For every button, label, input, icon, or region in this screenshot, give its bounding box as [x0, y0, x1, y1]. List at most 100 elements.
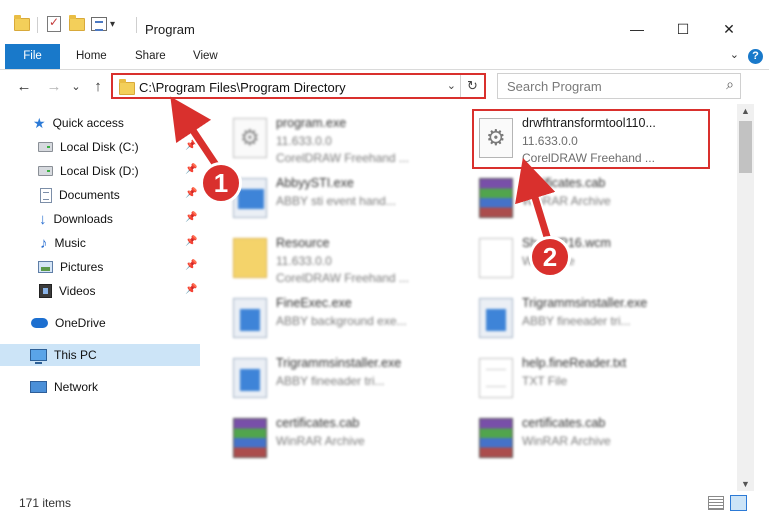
tab-home[interactable]: Home: [67, 44, 116, 69]
file-description: CorelDRAW Freehand ...: [276, 271, 409, 285]
file-type: WinRAR Archive: [522, 434, 611, 448]
forward-button[interactable]: →: [44, 77, 64, 97]
expand-ribbon-icon[interactable]: ⌄: [730, 48, 739, 61]
sidebar-item-pictures[interactable]: Pictures 📌: [0, 256, 200, 278]
disk-icon: [38, 166, 53, 176]
address-bar[interactable]: C:\Program Files\Program Directory ⌄ ↻: [111, 73, 486, 99]
refresh-button[interactable]: ↻: [460, 75, 484, 97]
file-version: 11.633.0.0: [276, 254, 332, 268]
file-name: Resource: [276, 236, 330, 250]
sidebar-item-label: Documents: [59, 188, 120, 202]
file-version: 11.633.0.0: [276, 134, 332, 148]
downloads-icon: ↓: [39, 210, 47, 228]
file-item[interactable]: certificates.cab WinRAR Archive: [225, 410, 463, 466]
properties-check-icon[interactable]: [47, 14, 61, 34]
documents-icon: [40, 187, 52, 203]
star-icon: ★: [33, 114, 46, 131]
tab-share[interactable]: Share: [126, 44, 175, 69]
disk-icon: [38, 142, 53, 152]
music-icon: ♪: [40, 234, 48, 252]
title-bar: ▾ Program — ☐ ✕: [0, 0, 769, 44]
cab-icon: [479, 418, 513, 458]
scroll-up-icon[interactable]: ▲: [741, 106, 750, 116]
sidebar-item-music[interactable]: ♪ Music 📌: [0, 232, 200, 254]
sidebar-item-quick-access[interactable]: ★ Quick access: [0, 112, 200, 134]
file-item[interactable]: Sh...WP16.wcm WCM File: [471, 230, 709, 286]
exe-icon: [479, 298, 513, 338]
sidebar-item-documents[interactable]: Documents 📌: [0, 184, 200, 206]
address-dropdown-icon[interactable]: ⌄: [447, 79, 456, 92]
sidebar-item-label: Local Disk (C:): [60, 140, 139, 154]
file-description: CorelDRAW Freehand ...: [276, 151, 409, 165]
up-button[interactable]: ↑: [88, 77, 108, 97]
sidebar-item-this-pc[interactable]: This PC: [0, 344, 200, 366]
ribbon-tabs: File Home Share View ⌄ ?: [0, 44, 769, 70]
pin-icon[interactable]: 📌: [185, 212, 197, 223]
address-path[interactable]: C:\Program Files\Program Directory: [139, 80, 346, 95]
sidebar-item-label: Network: [54, 380, 99, 394]
onedrive-icon: [31, 318, 48, 328]
vertical-scrollbar[interactable]: ▲ ▼: [737, 104, 754, 491]
maximize-button[interactable]: ☐: [660, 14, 706, 44]
navigation-pane: ★ Quick access Local Disk (C:) 📌 Local D…: [0, 106, 200, 491]
file-item[interactable]: FineExec.exe ABBY background exe...: [225, 290, 463, 346]
details-view-icon[interactable]: [708, 496, 724, 510]
tab-view[interactable]: View: [184, 44, 227, 69]
cab-icon: [479, 178, 513, 218]
sidebar-item-label: This PC: [54, 348, 97, 362]
target-file-highlight: [472, 109, 710, 169]
minimize-button[interactable]: —: [614, 14, 660, 44]
divider: [37, 17, 38, 33]
file-item[interactable]: Trigrammsinstaller.exe ABBY fineeader tr…: [225, 350, 463, 406]
file-type: TXT File: [522, 374, 568, 388]
tab-file[interactable]: File: [5, 44, 60, 69]
file-name: AbbyySTI.exe: [276, 176, 354, 190]
file-item[interactable]: Resource 11.633.0.0 CorelDRAW Freehand .…: [225, 230, 463, 286]
sidebar-item-label: OneDrive: [55, 316, 106, 330]
recent-locations-button[interactable]: ⌄: [66, 77, 86, 97]
scroll-down-icon[interactable]: ▼: [741, 479, 750, 489]
close-button[interactable]: ✕: [706, 14, 752, 44]
pin-icon[interactable]: 📌: [185, 164, 197, 175]
pin-icon[interactable]: 📌: [185, 284, 197, 295]
folder-icon: [233, 238, 267, 278]
videos-icon: [39, 284, 52, 298]
exe-icon: [233, 298, 267, 338]
new-folder-icon[interactable]: [69, 14, 85, 34]
folder-icon: [119, 79, 135, 95]
sidebar-item-network[interactable]: Network: [0, 376, 200, 398]
file-name: help.fineReader.txt: [522, 356, 627, 370]
file-item[interactable]: certificates.cab WinRAR Archive: [471, 410, 709, 466]
search-input[interactable]: Search Program ⌕: [497, 73, 741, 99]
pin-icon[interactable]: 📌: [185, 188, 197, 199]
pin-icon[interactable]: 📌: [185, 236, 197, 247]
folder-icon: [14, 14, 30, 34]
file-type: ABBY fineeader tri...: [522, 314, 631, 328]
file-type: WinRAR Archive: [276, 434, 365, 448]
step-badge-1: 1: [200, 162, 242, 204]
file-item[interactable]: AbbyySTI.exe ABBY sti event hand...: [225, 170, 463, 226]
sidebar-item-videos[interactable]: Videos 📌: [0, 280, 200, 302]
pin-icon[interactable]: 📌: [185, 260, 197, 271]
scrollbar-thumb[interactable]: [739, 121, 752, 173]
properties-icon[interactable]: [91, 14, 107, 34]
divider: [136, 17, 137, 33]
back-button[interactable]: ←: [14, 77, 34, 97]
sidebar-item-onedrive[interactable]: OneDrive: [0, 312, 200, 334]
file-item[interactable]: help.fineReader.txt TXT File: [471, 350, 709, 406]
help-icon[interactable]: ?: [748, 49, 763, 64]
pin-icon[interactable]: 📌: [185, 140, 197, 151]
sidebar-item-downloads[interactable]: ↓ Downloads 📌: [0, 208, 200, 230]
sidebar-item-label: Local Disk (D:): [60, 164, 139, 178]
item-count: 171 items: [19, 496, 72, 510]
sidebar-item-local-disk-c[interactable]: Local Disk (C:) 📌: [0, 136, 200, 158]
large-icons-view-icon[interactable]: [730, 495, 747, 511]
sidebar-item-local-disk-d[interactable]: Local Disk (D:) 📌: [0, 160, 200, 182]
customize-toolbar-chevron-icon[interactable]: ▾: [110, 14, 115, 34]
sidebar-item-label: Pictures: [60, 260, 104, 274]
file-item[interactable]: program.exe 11.633.0.0 CorelDRAW Freehan…: [225, 110, 463, 166]
window-title: Program: [145, 22, 195, 37]
file-item[interactable]: Trigrammsinstaller.exe ABBY fineeader tr…: [471, 290, 709, 346]
gear-file-icon: [233, 118, 267, 158]
file-item[interactable]: certificates.cab WinRAR Archive: [471, 170, 709, 226]
